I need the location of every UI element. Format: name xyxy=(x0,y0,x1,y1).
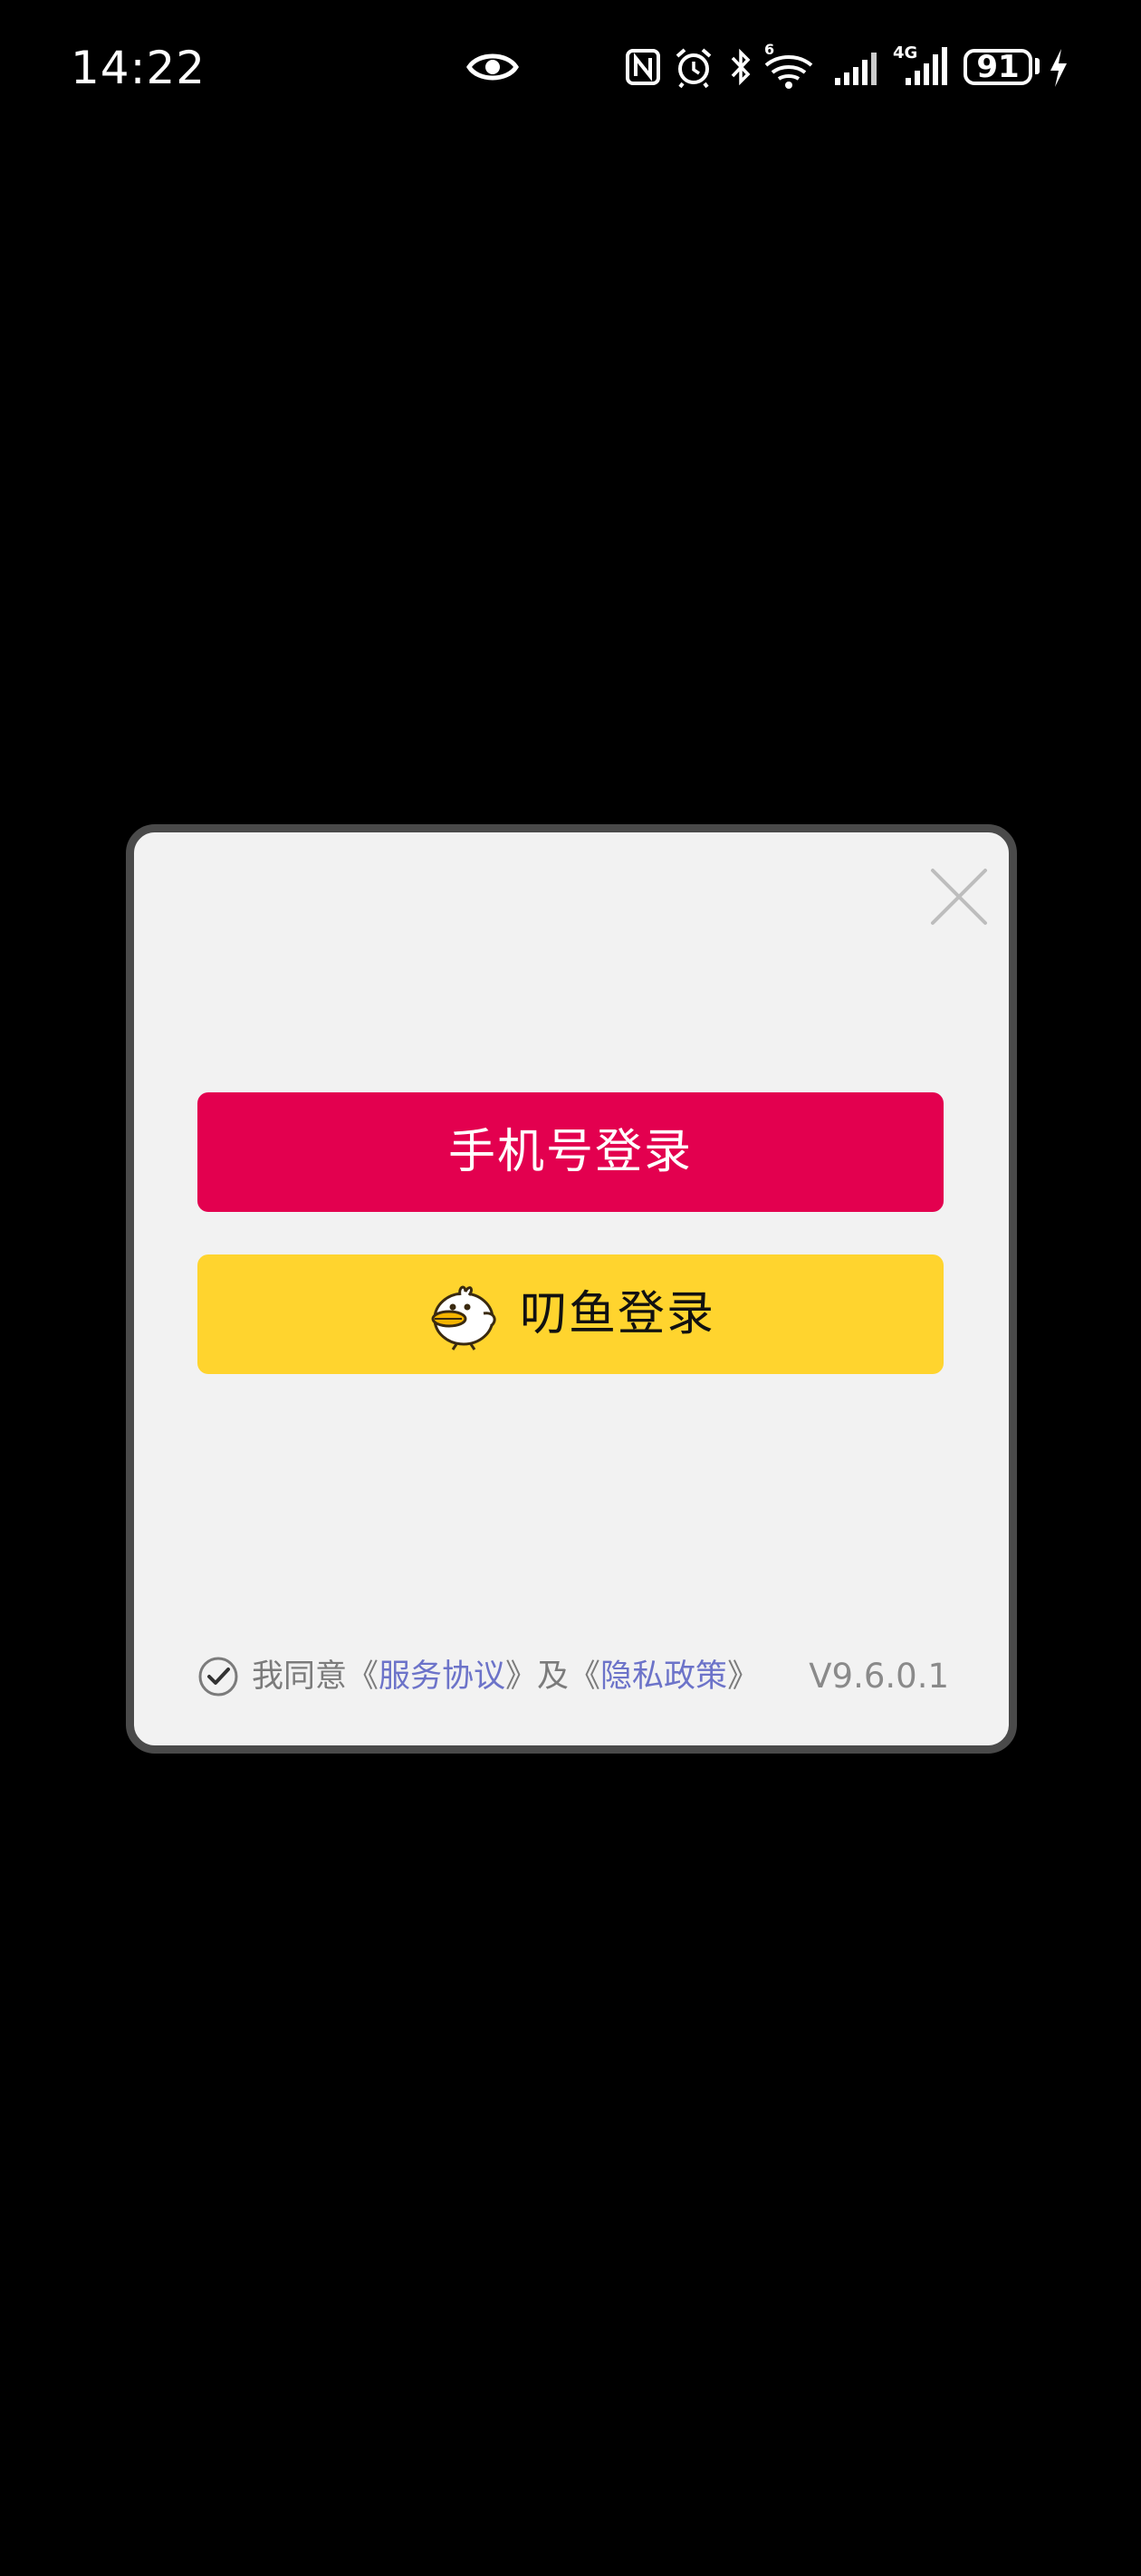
battery-nub xyxy=(1035,58,1040,74)
signal-icon xyxy=(835,53,877,85)
login-dialog: 手机号登录 叨鱼登录 我同意《服务协议》及《隐私政策》 V9.6.0.1 xyxy=(126,824,1017,1754)
nfc-icon xyxy=(626,49,660,85)
agreement-suffix: 》 xyxy=(727,1658,760,1695)
battery-level: 91 xyxy=(976,49,1020,85)
status-bar: 14:22 6 4G 91 xyxy=(0,0,1141,136)
duck-icon xyxy=(431,1285,496,1350)
diaoyu-login-button[interactable]: 叨鱼登录 xyxy=(197,1254,944,1374)
alarm-icon xyxy=(676,48,712,89)
agreement-checkbox[interactable] xyxy=(197,1656,239,1697)
version-label: V9.6.0.1 xyxy=(809,1657,949,1696)
eye-icon xyxy=(466,53,519,81)
wifi-badge: 6 xyxy=(764,41,774,58)
charging-icon xyxy=(1050,49,1067,87)
wifi-icon: 6 xyxy=(764,41,813,89)
close-icon[interactable] xyxy=(929,867,989,927)
phone-login-button[interactable]: 手机号登录 xyxy=(197,1092,944,1212)
agreement-middle: 》及《 xyxy=(505,1658,601,1695)
bluetooth-icon xyxy=(731,48,751,86)
agreement-row: 我同意《服务协议》及《隐私政策》 V9.6.0.1 xyxy=(197,1649,949,1704)
status-time: 14:22 xyxy=(71,42,206,94)
service-agreement-link[interactable]: 服务协议 xyxy=(379,1658,505,1695)
phone-login-label: 手机号登录 xyxy=(447,1125,693,1179)
privacy-policy-link[interactable]: 隐私政策 xyxy=(600,1658,727,1695)
agreement-text: 我同意《服务协议》及《隐私政策》 xyxy=(252,1654,759,1699)
battery-icon: 91 xyxy=(964,49,1032,85)
svg-text:4G: 4G xyxy=(893,43,917,62)
agreement-prefix: 我同意《 xyxy=(252,1658,379,1695)
diaoyu-login-label: 叨鱼登录 xyxy=(519,1287,715,1341)
4g-signal-icon: 4G xyxy=(893,43,947,85)
